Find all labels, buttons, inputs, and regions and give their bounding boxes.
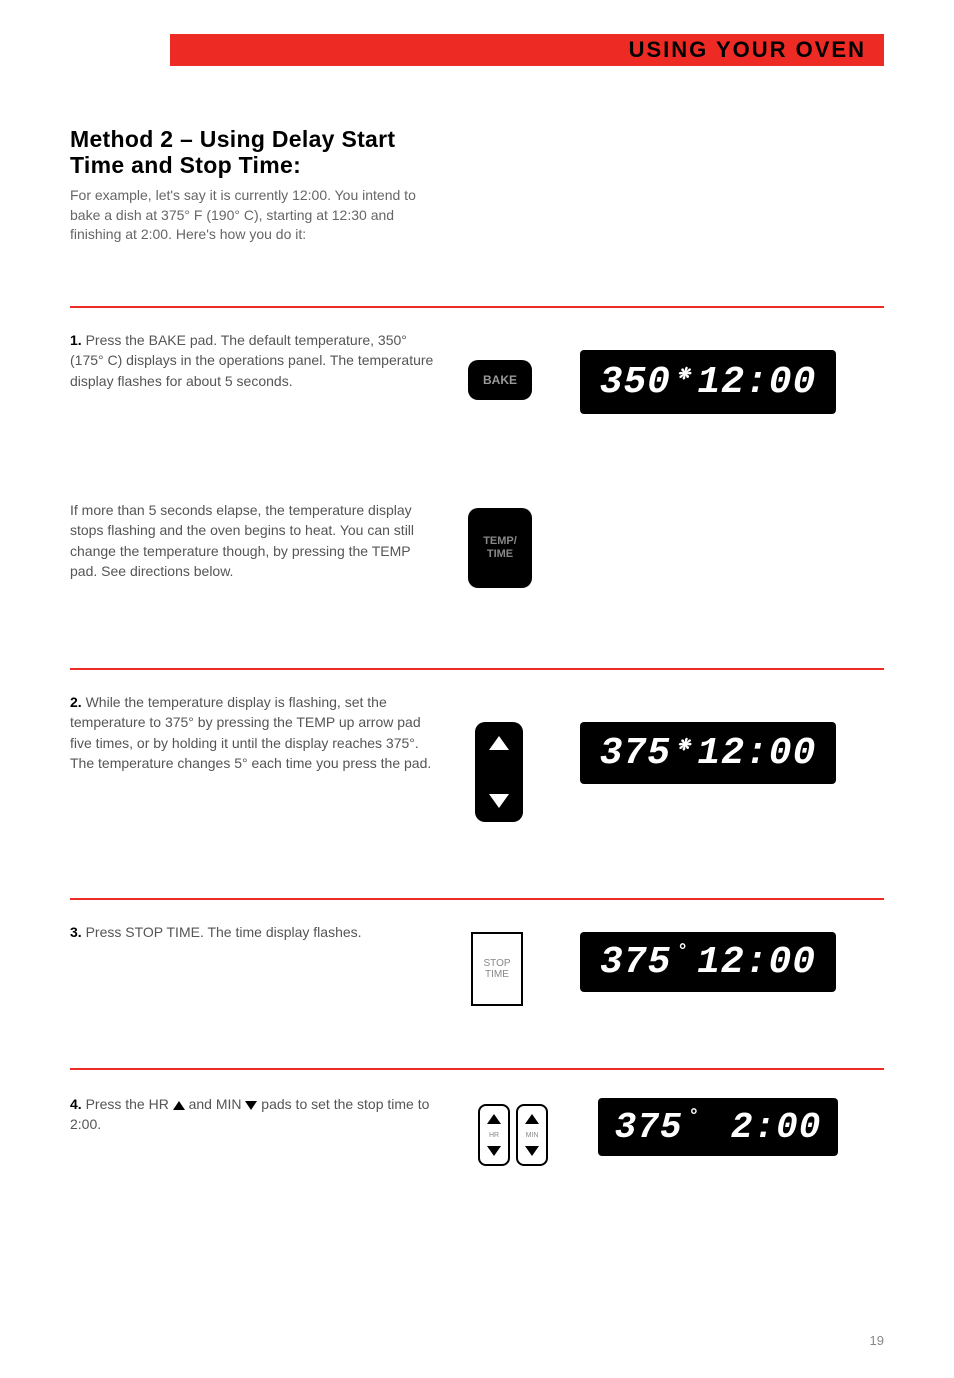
step-number: 3. (70, 924, 82, 940)
section-header: USING YOUR OVEN (170, 34, 884, 66)
step-body-a: Press the HR (82, 1096, 173, 1112)
display-temp: 375 (600, 941, 671, 984)
step-body: Press STOP TIME. The time display flashe… (82, 924, 362, 940)
down-arrow-icon (487, 1146, 501, 1156)
step-number: 1. (70, 332, 82, 348)
step-number: 4. (70, 1096, 82, 1112)
page-number: 19 (870, 1333, 884, 1348)
up-arrow-icon (173, 1101, 185, 1110)
bake-label: BAKE (483, 373, 517, 387)
step-1-text: 1. Press the BAKE pad. The default tempe… (70, 330, 440, 391)
oven-display-2: 375 ❋ 12:00 (580, 722, 836, 784)
step-body: While the temperature display is flashin… (70, 694, 431, 771)
display-temp: 375 (615, 1107, 683, 1148)
stop-time-button[interactable]: STOP TIME (471, 932, 523, 1006)
oven-display-3: 375 ° 12:00 (580, 932, 836, 992)
oven-display-4: 375° 2:00 (598, 1098, 838, 1156)
hr-label: HR (489, 1132, 499, 1139)
up-arrow-icon (489, 736, 509, 750)
method-heading: Method 2 – Using Delay Start Time and St… (70, 126, 395, 179)
step-2-text: 2. While the temperature display is flas… (70, 692, 440, 773)
down-arrow-icon (489, 794, 509, 808)
display-temp: 350 (600, 361, 671, 404)
heat-icon: ❋ (677, 364, 691, 384)
heat-icon: ❋ (677, 735, 691, 755)
step-body: Press the BAKE pad. The default temperat… (70, 332, 433, 389)
display-time: 12:00 (697, 361, 816, 404)
display-time: 12:00 (697, 732, 816, 775)
intro-paragraph: For example, let's say it is currently 1… (70, 186, 420, 245)
step-4-text: 4. Press the HR and MIN pads to set the … (70, 1094, 440, 1135)
temp-time-button[interactable]: TEMP/ TIME (468, 508, 532, 588)
display-time: 2:00 (731, 1107, 821, 1148)
step-3-text: 3. Press STOP TIME. The time display fla… (70, 922, 440, 942)
degree-icon: ° (677, 942, 689, 962)
display-temp: 375 (600, 732, 671, 775)
down-arrow-icon (525, 1146, 539, 1156)
min-button[interactable]: MIN (516, 1104, 548, 1166)
heading-line1: Method 2 – Using Delay Start (70, 126, 395, 152)
divider (70, 1068, 884, 1070)
divider (70, 898, 884, 900)
step-1b-text: If more than 5 seconds elapse, the tempe… (70, 500, 440, 581)
hr-min-buttons: HR MIN (478, 1104, 548, 1166)
temp-up-down-button[interactable] (475, 722, 523, 822)
bake-button[interactable]: BAKE (468, 360, 532, 400)
display-time: 12:00 (697, 941, 816, 984)
section-header-title: USING YOUR OVEN (629, 37, 866, 63)
temp-label: TEMP/ TIME (483, 535, 517, 561)
step-number: 2. (70, 694, 82, 710)
hr-button[interactable]: HR (478, 1104, 510, 1166)
up-arrow-icon (525, 1114, 539, 1124)
min-label: MIN (526, 1132, 539, 1139)
divider (70, 668, 884, 670)
down-arrow-icon (245, 1101, 257, 1110)
stop-time-label: STOP TIME (483, 958, 510, 980)
degree-icon: ° (688, 1107, 700, 1127)
divider (70, 306, 884, 308)
heading-line2: Time and Stop Time: (70, 152, 395, 178)
oven-display-1: 350 ❋ 12:00 (580, 350, 836, 414)
up-arrow-icon (487, 1114, 501, 1124)
step-body-b: and MIN (185, 1096, 246, 1112)
